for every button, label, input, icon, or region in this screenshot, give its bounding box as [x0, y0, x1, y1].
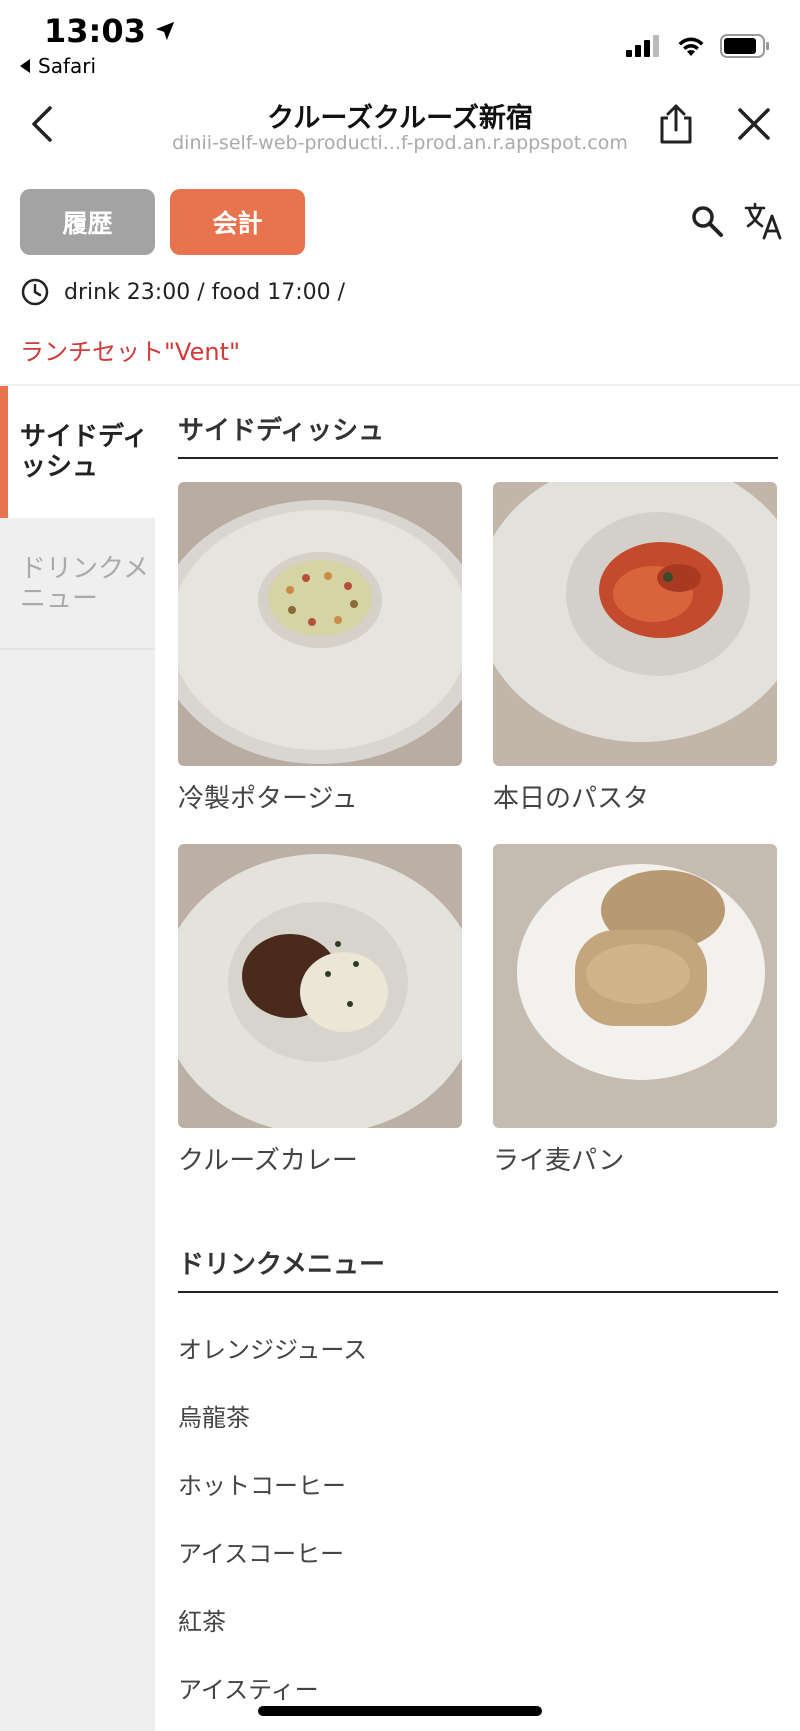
- lunch-set-name: ランチセット"Vent": [20, 338, 241, 366]
- menu-item-name: 冷製ポタージュ: [178, 784, 358, 814]
- sidebar-item-label: サイドディッシュ: [20, 422, 149, 482]
- menu-item-card[interactable]: 冷製ポタージュ: [178, 482, 462, 815]
- wifi-icon: [678, 37, 704, 56]
- back-triangle-icon: [20, 59, 30, 73]
- menu-item-name: クルーズカレー: [178, 1146, 358, 1176]
- menu-item-photo: [178, 844, 462, 1128]
- search-icon[interactable]: [690, 204, 724, 238]
- menu-item-name: 本日のパスタ: [493, 784, 650, 814]
- home-indicator[interactable]: [258, 1706, 542, 1716]
- business-hours: drink 23:00 / food 17:00 /: [20, 277, 345, 307]
- category-sidebar: サイドディッシュ ドリンクメニュー: [0, 386, 155, 1731]
- back-to-safari[interactable]: Safari: [20, 54, 96, 78]
- drink-item[interactable]: オレンジジュース: [178, 1316, 778, 1384]
- drink-item[interactable]: ホットコーヒー: [178, 1452, 778, 1520]
- sidebar-item-drinks[interactable]: ドリンクメニュー: [0, 518, 155, 650]
- drink-item[interactable]: 紅茶: [178, 1588, 778, 1656]
- share-icon[interactable]: [654, 102, 698, 146]
- sidebar-item-label: ドリンクメニュー: [20, 554, 149, 614]
- menu-item-name: ライ麦パン: [493, 1146, 625, 1176]
- back-app-label: Safari: [38, 54, 97, 78]
- drink-list: オレンジジュース 烏龍茶 ホットコーヒー アイスコーヒー 紅茶 アイスティー: [178, 1316, 778, 1724]
- translate-icon[interactable]: [744, 200, 784, 240]
- menu-content: サイドディッシュ 冷製ポタージュ 本日のパスタ クルーズカレー ライ麦パン ドリ…: [155, 386, 800, 1731]
- status-bar: 13:03 Safari: [0, 0, 800, 82]
- section-title-drinks: ドリンクメニュー: [178, 1244, 778, 1293]
- menu-item-card[interactable]: ライ麦パン: [493, 844, 777, 1177]
- drink-item[interactable]: アイスコーヒー: [178, 1520, 778, 1588]
- clock-icon: [21, 278, 49, 306]
- time-text: 13:03: [44, 12, 146, 50]
- section-title-side-dish: サイドディッシュ: [178, 410, 778, 459]
- history-button[interactable]: 履歴: [20, 189, 155, 255]
- location-arrow-icon: [155, 21, 175, 41]
- checkout-button[interactable]: 会計: [170, 189, 305, 255]
- drink-item[interactable]: 烏龍茶: [178, 1384, 778, 1452]
- status-indicators: [626, 34, 770, 58]
- battery-icon: [720, 34, 769, 58]
- menu-item-photo: [493, 844, 777, 1128]
- sidebar-item-side-dish[interactable]: サイドディッシュ: [0, 386, 155, 518]
- menu-item-card[interactable]: クルーズカレー: [178, 844, 462, 1177]
- hours-text: drink 23:00 / food 17:00 /: [64, 279, 346, 305]
- cellular-signal-icon: [626, 35, 659, 57]
- menu-item-card[interactable]: 本日のパスタ: [493, 482, 777, 815]
- browser-header: クルーズクルーズ新宿 dinii-self-web-producti...f-p…: [0, 86, 800, 166]
- menu-item-photo: [493, 482, 777, 766]
- status-time: 13:03: [44, 12, 176, 50]
- menu-item-photo: [178, 482, 462, 766]
- close-icon[interactable]: [736, 106, 772, 142]
